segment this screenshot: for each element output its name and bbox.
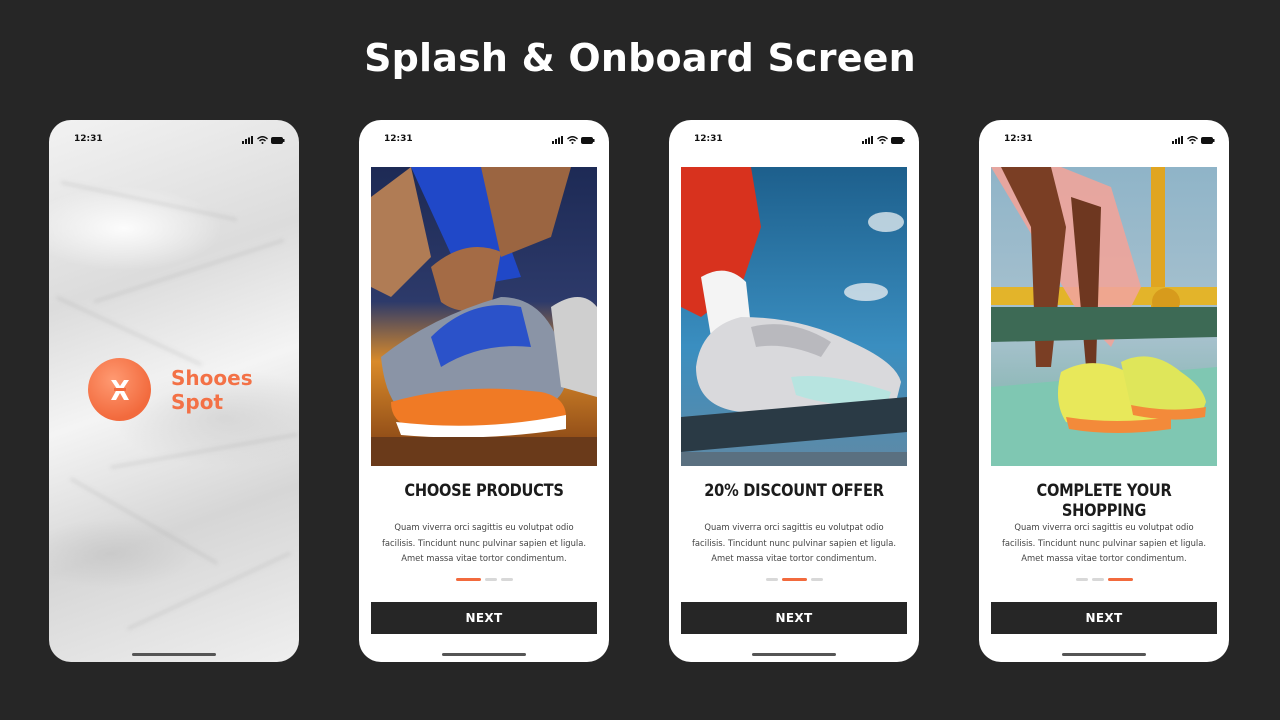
onboard-title: COMPLETE YOUR SHOPPING <box>1036 481 1172 521</box>
page-dot-1[interactable] <box>765 578 778 581</box>
onboard-image-white-sneaker <box>681 167 907 466</box>
page-dot-3[interactable] <box>810 578 823 581</box>
battery-icon <box>581 136 595 147</box>
wifi-icon <box>257 136 268 147</box>
wifi-icon <box>877 136 888 147</box>
brand-logo: Shooes Spot <box>88 358 253 421</box>
battery-icon <box>271 136 285 147</box>
onboard-title: 20% DISCOUNT OFFER <box>704 481 884 501</box>
splash-screen: 12:31 Shooes Spot <box>49 120 299 662</box>
status-time: 12:31 <box>1004 134 1033 144</box>
status-time: 12:31 <box>384 134 413 144</box>
home-indicator <box>752 653 836 656</box>
wifi-icon <box>567 136 578 147</box>
page-indicator <box>979 578 1229 581</box>
battery-icon <box>1201 136 1215 147</box>
battery-icon <box>891 136 905 147</box>
brand-name: Shooes Spot <box>171 366 253 414</box>
onboard-description: Quam viverra orci sagittis eu volutpat o… <box>381 522 587 563</box>
brand-line-1: Shooes <box>171 365 253 390</box>
brand-line-2: Spot <box>171 389 224 414</box>
onboard-screen-3: 12:31 COMPLETE YOUR SHOPPING Quam viverr… <box>979 120 1229 662</box>
status-time: 12:31 <box>694 134 723 144</box>
onboard-image-sneaker-lacing <box>371 167 597 466</box>
page-dot-3[interactable] <box>1107 578 1133 581</box>
page-dot-3[interactable] <box>500 578 513 581</box>
wifi-icon <box>1187 136 1198 147</box>
page-title: Splash & Onboard Screen <box>364 36 916 80</box>
onboard-screen-2: 12:31 20% DISCOUNT OFFER Quam viverra or… <box>669 120 919 662</box>
shoes-spot-logo-icon <box>88 358 151 421</box>
next-button[interactable]: NEXT <box>371 602 597 634</box>
onboard-image-yellow-sneakers <box>991 167 1217 466</box>
onboard-description: Quam viverra orci sagittis eu volutpat o… <box>691 522 897 563</box>
page-indicator <box>669 578 919 581</box>
status-bar: 12:31 <box>49 134 299 148</box>
home-indicator <box>1062 653 1146 656</box>
page-dot-2[interactable] <box>1091 578 1104 581</box>
next-button[interactable]: NEXT <box>991 602 1217 634</box>
page-indicator <box>359 578 609 581</box>
onboard-screen-1: 12:31 CHOOSE PRODUCTS Quam viverra orci … <box>359 120 609 662</box>
signal-icon <box>552 136 564 147</box>
home-indicator <box>442 653 526 656</box>
signal-icon <box>862 136 874 147</box>
home-indicator <box>132 653 216 656</box>
signal-icon <box>242 136 254 147</box>
onboard-title: CHOOSE PRODUCTS <box>404 481 564 501</box>
status-bar: 12:31 <box>669 134 919 148</box>
status-bar: 12:31 <box>979 134 1229 148</box>
page-dot-2[interactable] <box>781 578 807 581</box>
onboard-description: Quam viverra orci sagittis eu volutpat o… <box>1001 522 1207 563</box>
page-dot-2[interactable] <box>484 578 497 581</box>
page-dot-1[interactable] <box>1075 578 1088 581</box>
page-dot-1[interactable] <box>455 578 481 581</box>
status-time: 12:31 <box>74 134 103 144</box>
status-bar: 12:31 <box>359 134 609 148</box>
signal-icon <box>1172 136 1184 147</box>
next-button[interactable]: NEXT <box>681 602 907 634</box>
